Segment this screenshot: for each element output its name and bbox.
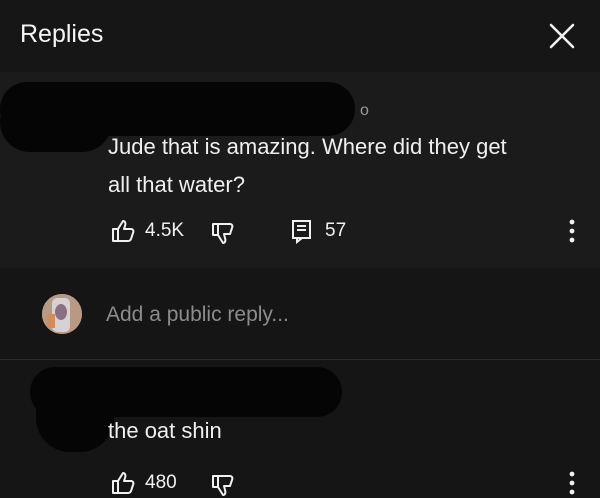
- replies-title: Replies: [20, 20, 104, 48]
- avatar: [42, 294, 82, 334]
- reply-dislike-button[interactable]: [210, 472, 236, 498]
- thumbs-up-icon: [110, 218, 136, 244]
- replies-panel: Replies o Jude that is amazing. Where di…: [0, 0, 600, 498]
- thumbs-up-icon: [110, 470, 136, 496]
- reply-more-button[interactable]: [566, 470, 578, 496]
- main-comment-text: Jude that is amazing. Where did they get…: [108, 128, 578, 204]
- main-more-button[interactable]: [566, 218, 578, 244]
- reply-comments-icon: [290, 218, 314, 244]
- comment-meta-mark: o: [360, 102, 369, 119]
- redacted-reply-avatar-area: [36, 380, 114, 452]
- public-reply-input[interactable]: [106, 299, 526, 331]
- main-comment-text-line-2: all that water?: [108, 172, 245, 197]
- thumbs-down-icon: [210, 472, 236, 498]
- main-like-button[interactable]: 4.5K: [110, 218, 184, 244]
- close-icon: [544, 18, 580, 54]
- main-dislike-button[interactable]: [210, 220, 236, 246]
- reply-like-count: 480: [145, 472, 177, 493]
- main-comment-text-line-1: Jude that is amazing. Where did they get: [108, 134, 507, 159]
- section-divider: [0, 359, 600, 360]
- thumbs-down-icon: [210, 220, 236, 246]
- redacted-avatar-area: [0, 92, 112, 152]
- avatar-image: [42, 294, 82, 334]
- main-like-count: 4.5K: [145, 220, 185, 241]
- more-vertical-icon: [566, 470, 578, 496]
- reply-like-button[interactable]: 480: [110, 470, 177, 496]
- more-vertical-icon: [566, 218, 578, 244]
- replies-header: Replies: [0, 0, 600, 72]
- main-replies-count: 57: [325, 220, 347, 241]
- close-button[interactable]: [544, 18, 580, 54]
- main-replies-button[interactable]: 57: [290, 218, 346, 244]
- reply-comment-text: the oat shin: [108, 418, 222, 443]
